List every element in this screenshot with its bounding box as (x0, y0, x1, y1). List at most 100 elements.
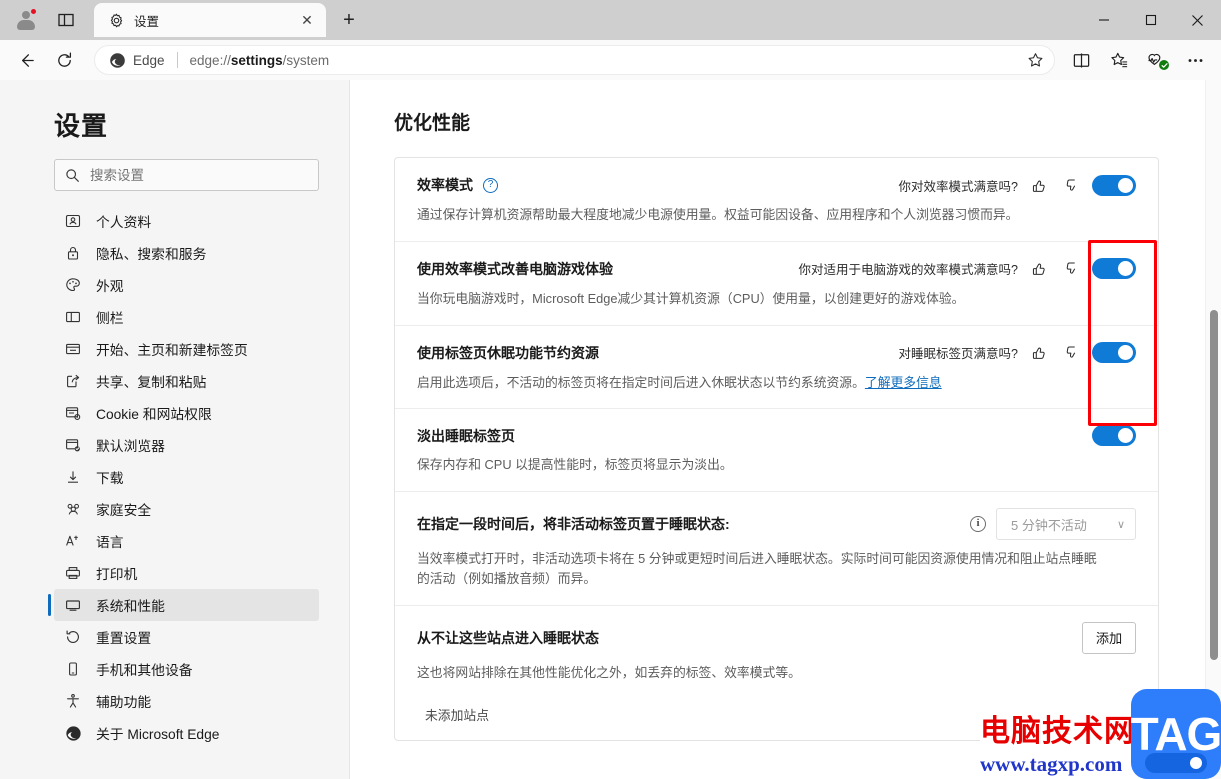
browser-essentials-button[interactable] (1139, 44, 1175, 76)
row-description: 启用此选项后，不活动的标签页将在指定时间后进入休眠状态以节约系统资源。了解更多信… (417, 373, 1107, 393)
reset-icon (64, 628, 82, 646)
thumbs-up-icon[interactable] (1028, 342, 1050, 364)
watermark-logo: TAG (1131, 689, 1221, 779)
thumbs-up-icon[interactable] (1028, 174, 1050, 196)
info-icon[interactable]: i (970, 516, 986, 533)
sidebar-item-accessibility[interactable]: 辅助功能 (54, 685, 319, 717)
row-title: 效率模式 (417, 177, 473, 193)
sidebar-item-appearance[interactable]: 外观 (54, 269, 319, 301)
sidebar-item-languages[interactable]: 语言 (54, 525, 319, 557)
row-efficiency-mode: 效率模式 ? 你对效率模式满意吗? 通过保存计算机资源帮助最大程度地减少电源使用… (395, 158, 1158, 242)
search-icon (66, 168, 79, 182)
sidebar-item-privacy[interactable]: 隐私、搜索和服务 (54, 237, 319, 269)
dropdown-value: 5 分钟不活动 (1011, 517, 1087, 533)
favorites-star-icon (1110, 52, 1127, 67)
row-title: 从不让这些站点进入睡眠状态 (417, 629, 599, 646)
new-tab-button[interactable]: + (332, 3, 366, 37)
sidebar-item-start-home-newtab[interactable]: 开始、主页和新建标签页 (54, 333, 319, 365)
add-site-button[interactable]: 添加 (1082, 621, 1136, 654)
search-settings-box[interactable] (54, 159, 319, 191)
row-description: 当你玩电脑游戏时，Microsoft Edge减少其计算机资源（CPU）使用量，… (417, 290, 965, 306)
language-icon (64, 532, 82, 550)
sidebar-item-label: 默认浏览器 (96, 439, 165, 454)
row-description: 这也将网站排除在其他性能优化之外，如丢弃的标签、效率模式等。 (417, 664, 801, 680)
omnibox-divider (176, 52, 178, 68)
lock-icon (64, 244, 82, 262)
sleep-timer-dropdown[interactable]: 5 分钟不活动 ∨ (996, 508, 1136, 541)
maximize-icon (1145, 14, 1156, 26)
edge-icon (64, 724, 82, 742)
thumbs-down-icon[interactable] (1060, 174, 1082, 196)
sidebar-item-family-safety[interactable]: 家庭安全 (54, 493, 319, 525)
efficiency-mode-toggle[interactable] (1092, 174, 1136, 196)
tab-actions-button[interactable] (48, 4, 84, 36)
sidebar-item-phone-and-devices[interactable]: 手机和其他设备 (54, 653, 319, 685)
sidebar-item-share-copy-paste[interactable]: 共享、复制和粘贴 (54, 365, 319, 397)
row-sleep-timer: 在指定一段时间后，将非活动标签页置于睡眠状态: i 5 分钟不活动 ∨ 当效率模… (395, 492, 1158, 606)
toolbar-right-icons (1063, 44, 1213, 76)
thumbs-down-icon[interactable] (1060, 342, 1082, 364)
feedback-question: 对睡眠标签页满意吗? (898, 347, 1018, 362)
settings-sidebar: 设置 个人资料 (0, 80, 350, 779)
watermark: 电脑技术网 www.tagxp.com TAG (980, 689, 1221, 779)
minimize-button[interactable] (1080, 0, 1127, 40)
sidebar-item-printers[interactable]: 打印机 (54, 557, 319, 589)
sidebar-item-sidebar[interactable]: 侧栏 (54, 301, 319, 333)
share-icon (64, 372, 82, 390)
sidebar-item-label: 侧栏 (96, 311, 124, 326)
scrollbar-thumb[interactable] (1210, 310, 1218, 660)
sidebar-item-profile[interactable]: 个人资料 (54, 205, 319, 237)
row-title: 淡出睡眠标签页 (417, 427, 515, 444)
thumbs-down-icon[interactable] (1060, 258, 1082, 280)
thumbs-up-icon[interactable] (1028, 258, 1050, 280)
sidebar-item-label: 系统和性能 (96, 599, 165, 614)
printer-icon (64, 564, 82, 582)
optimize-performance-card: 效率模式 ? 你对效率模式满意吗? 通过保存计算机资源帮助最大程度地减少电源使用… (394, 157, 1159, 741)
close-icon (1192, 14, 1203, 26)
gaming-efficiency-toggle[interactable] (1092, 258, 1136, 280)
row-description: 通过保存计算机资源帮助最大程度地减少电源使用量。权益可能因设备、应用程序和个人浏… (417, 207, 1019, 222)
status-check-icon (1159, 60, 1169, 70)
sidebar-item-downloads[interactable]: 下载 (54, 461, 319, 493)
settings-and-more-button[interactable] (1177, 44, 1213, 76)
tab-close-button[interactable]: ✕ (296, 9, 318, 31)
fade-sleeping-tabs-toggle[interactable] (1092, 425, 1136, 447)
sidebar-item-about-edge[interactable]: 关于 Microsoft Edge (54, 717, 319, 749)
split-screen-button[interactable] (1063, 44, 1099, 76)
tab-title: 设置 (134, 14, 160, 29)
titlebar-left-controls: 设置 ✕ + (0, 0, 366, 40)
add-favorite-button[interactable] (1022, 47, 1048, 73)
back-button[interactable] (8, 44, 44, 76)
refresh-button[interactable] (46, 44, 82, 76)
content-scrollbar[interactable] (1205, 80, 1221, 779)
maximize-button[interactable] (1127, 0, 1174, 40)
sleeping-tabs-toggle[interactable] (1092, 342, 1136, 364)
sidebar-item-reset-settings[interactable]: 重置设置 (54, 621, 319, 653)
browser-tab[interactable]: 设置 ✕ (94, 3, 326, 37)
sidebar-item-cookies[interactable]: Cookie 和网站权限 (54, 397, 319, 429)
accessibility-icon (64, 692, 82, 710)
sidebar-item-label: 重置设置 (96, 631, 152, 646)
favorites-button[interactable] (1101, 44, 1137, 76)
feedback-question: 你对适用于电脑游戏的效率模式满意吗? (798, 263, 1018, 278)
address-bar[interactable]: Edge edge://settings/system (94, 45, 1055, 75)
title-bar: 设置 ✕ + (0, 0, 1221, 40)
sidebar-item-label: 语言 (96, 535, 124, 550)
split-screen-icon (58, 13, 74, 27)
split-screen-icon (1073, 52, 1089, 68)
sidebar-item-system-and-performance[interactable]: 系统和性能 (48, 589, 319, 621)
url-text: edge://settings/system (189, 52, 330, 68)
close-button[interactable] (1174, 0, 1221, 40)
home-icon (64, 340, 82, 358)
back-arrow-icon (21, 53, 34, 67)
window-controls (1080, 0, 1221, 40)
sidebar-item-default-browser[interactable]: 默认浏览器 (54, 429, 319, 461)
row-description: 当效率模式打开时，非活动选项卡将在 5 分钟或更短时间后进入睡眠状态。实际时间可… (417, 551, 1097, 587)
watermark-text: 电脑技术网 www.tagxp.com (980, 715, 1135, 779)
profile-button[interactable] (8, 4, 44, 36)
search-input[interactable] (90, 167, 308, 183)
help-icon[interactable]: ? (483, 177, 498, 193)
learn-more-link[interactable]: 了解更多信息 (865, 375, 942, 390)
download-icon (64, 468, 82, 486)
ellipsis-icon (1188, 58, 1202, 62)
